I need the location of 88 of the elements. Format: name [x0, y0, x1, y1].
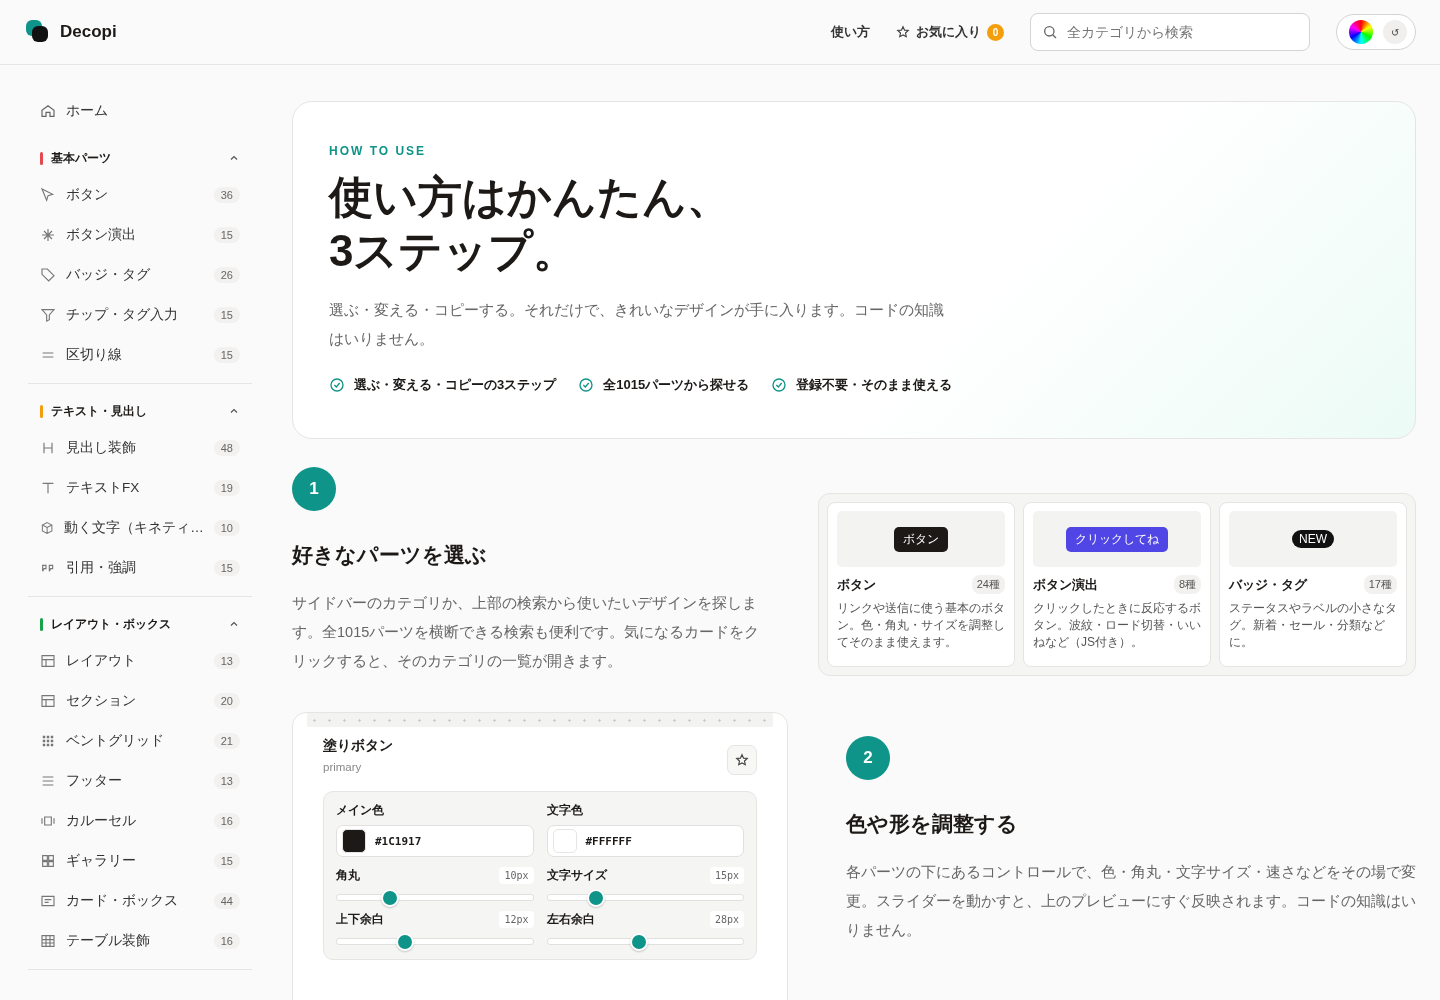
sidebar-item[interactable]: レイアウト 13: [28, 641, 252, 681]
search-field[interactable]: 全カテゴリから検索: [1030, 13, 1310, 51]
logo-text: Decopi: [60, 22, 117, 42]
count-badge: 10: [213, 520, 240, 536]
step-number: 2: [846, 736, 890, 780]
value-readout: 28px: [709, 911, 744, 928]
card-title: ボタン: [837, 575, 876, 594]
category-card[interactable]: クリックしてね ボタン演出 8種 クリックしたときに反応するボタン。波紋・ロード切替・いいねなど（JS付き）。: [1023, 502, 1211, 667]
sidebar-item[interactable]: ホーム: [28, 99, 252, 123]
reset-button[interactable]: ↺: [1383, 20, 1407, 44]
step-number: 1: [292, 467, 336, 511]
card-description: クリックしたときに反応するボタン。波紋・ロード切替・いいねなど（JS付き）。: [1033, 600, 1201, 651]
count-badge: 48: [213, 440, 240, 456]
sidebar-item[interactable]: テーブル装飾 16: [28, 921, 252, 961]
sidebar-item[interactable]: ベントグリッド 21: [28, 721, 252, 761]
hero-lead: 選ぶ・変える・コピーする。それだけで、きれいなデザインが手に入ります。コードの知識はいりません。: [329, 301, 945, 349]
card-title: ボタン演出: [1033, 575, 1098, 594]
hero-title: 使い方はかんたん、 3ステップ。: [329, 171, 732, 277]
count-badge: 16: [213, 933, 240, 949]
color-field[interactable]: #1C1917: [336, 825, 534, 857]
sidebar-item[interactable]: フッター 13: [28, 761, 252, 801]
sidebar-item[interactable]: 引用・強調 15: [28, 548, 252, 588]
step-text: サイドバーのカテゴリか、上部の検索から使いたいデザインを探します。全1015パーツを横断できる検索も便利です。気になるカードをクリックすると、そのカテゴリの一覧が開きます。: [292, 594, 761, 671]
category-title: レイアウト・ボックス: [51, 615, 172, 633]
sidebar-item[interactable]: ギャラリー 15: [28, 841, 252, 881]
count-badge: 36: [213, 187, 240, 203]
value-readout: 12px: [499, 911, 534, 928]
feature-text: 全1015パーツから探せる: [603, 376, 750, 394]
component-subtitle: primary: [323, 761, 363, 773]
sidebar-item[interactable]: ボタン演出 15: [28, 215, 252, 255]
count-badge: 8種: [1173, 575, 1201, 594]
sidebar-item[interactable]: テキストFX 19: [28, 468, 252, 508]
count-badge: 26: [213, 267, 240, 283]
value-readout: 15px: [709, 867, 744, 884]
category-title: テキスト・見出し: [51, 402, 148, 420]
card-description: リンクや送信に使う基本のボタン。色・角丸・サイズを調整してそのまま使えます。: [837, 600, 1005, 651]
sidebar-item[interactable]: カルーセル 16: [28, 801, 252, 841]
count-badge: 15: [213, 853, 240, 869]
control-label: 文字色: [546, 802, 584, 819]
count-badge: 21: [213, 733, 240, 749]
count-badge: 19: [213, 480, 240, 496]
card-description: ステータスやラベルの小さなタグ。新着・セール・分類などに。: [1229, 600, 1397, 651]
count-badge: 17種: [1363, 575, 1397, 594]
sidebar-item[interactable]: バッジ・タグ 26: [28, 255, 252, 295]
count-badge: 44: [213, 893, 240, 909]
eyebrow-text: HOW TO USE: [329, 144, 428, 158]
value-readout: 10px: [499, 867, 534, 884]
sample-badge: NEW: [1292, 530, 1334, 548]
step-title: 好きなパーツを選ぶ: [292, 542, 488, 569]
category-title: 基本パーツ: [51, 149, 112, 167]
count-badge: 15: [213, 560, 240, 576]
count-badge: 13: [213, 653, 240, 669]
nav-link[interactable]: 使い方: [831, 23, 870, 41]
count-badge: 20: [213, 693, 240, 709]
sample-button: クリックしてね: [1066, 526, 1168, 552]
color-field[interactable]: #FFFFFF: [546, 825, 744, 857]
step-text: 各パーツの下にあるコントロールで、色・角丸・文字サイズ・速さなどをその場で変更。スライダーを動かすと、上のプレビューにすぐ反映されます。コードの知識はいりません。: [846, 863, 1416, 940]
count-badge: 13: [213, 773, 240, 789]
sidebar-item[interactable]: カード・ボックス 44: [28, 881, 252, 921]
count-badge: 15: [213, 227, 240, 243]
sidebar-item[interactable]: 動く文字（キネティ… 10: [28, 508, 252, 548]
control-label: 上下余白: [336, 911, 384, 928]
category-header[interactable]: レイアウト・ボックス: [28, 613, 252, 635]
category-header[interactable]: 基本パーツ: [28, 147, 252, 169]
component-title: 塗りボタン: [323, 737, 393, 755]
feature-text: 登録不要・そのまま使える: [796, 376, 953, 394]
sidebar-item[interactable]: セクション 20: [28, 681, 252, 721]
sidebar-item[interactable]: 区切り線 15: [28, 335, 252, 375]
count-badge: 15: [213, 307, 240, 323]
control-label: 角丸: [336, 867, 360, 884]
category-card[interactable]: NEW バッジ・タグ 17種 ステータスやラベルの小さなタグ。新着・セール・分類などに。: [1219, 502, 1407, 667]
sample-button: ボタン: [894, 526, 948, 552]
sidebar-item[interactable]: 見出し装飾 48: [28, 428, 252, 468]
category-card[interactable]: ボタン ボタン 24種 リンクや送信に使う基本のボタン。色・角丸・サイズを調整してそのまま使えます。: [827, 502, 1015, 667]
sidebar-item[interactable]: ボタン 36: [28, 175, 252, 215]
count-badge: 0: [987, 23, 1004, 41]
count-badge: 16: [213, 813, 240, 829]
feature-text: 選ぶ・変える・コピーの3ステップ: [354, 376, 557, 394]
control-label: メイン色: [336, 802, 385, 819]
step-title: 色や形を調整する: [846, 811, 1019, 837]
nav-link[interactable]: お気に入り 0: [896, 23, 1004, 41]
count-badge: 24種: [971, 575, 1005, 594]
sidebar-item[interactable]: チップ・タグ入力 15: [28, 295, 252, 335]
control-label: 左右余白: [546, 911, 595, 928]
card-title: バッジ・タグ: [1229, 575, 1307, 594]
category-header[interactable]: テキスト・見出し: [28, 400, 252, 422]
control-label: 文字サイズ: [546, 867, 607, 884]
count-badge: 15: [213, 347, 240, 363]
